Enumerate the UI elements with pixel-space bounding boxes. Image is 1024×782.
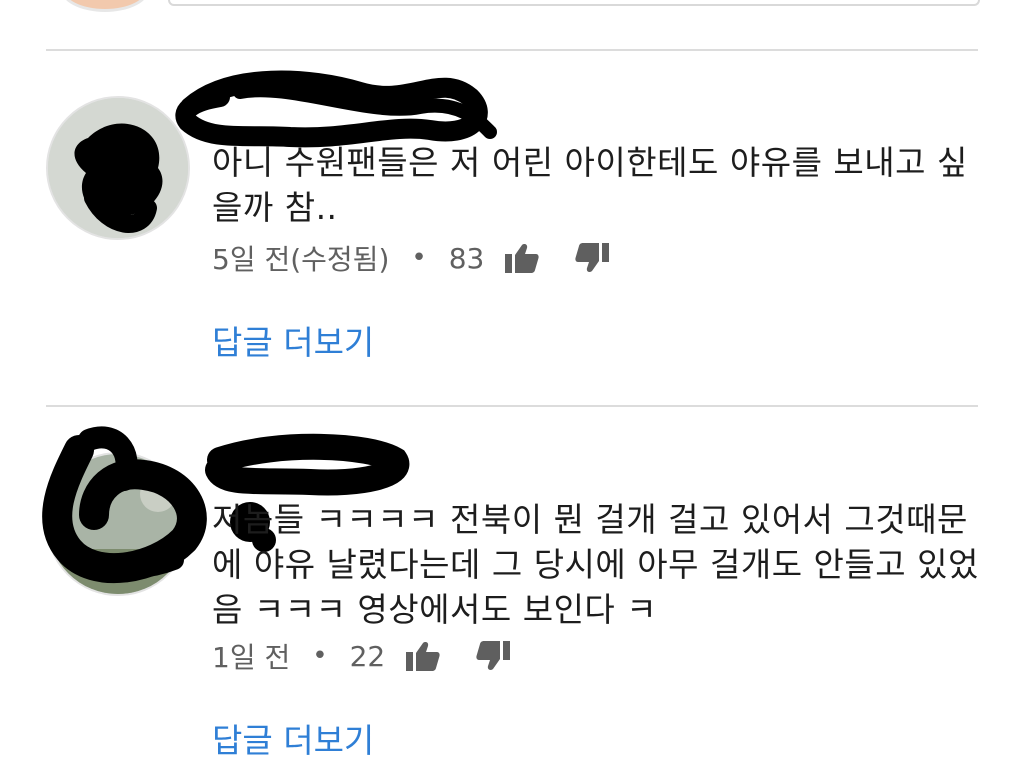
comment-time: 5일 전(수정됨) (212, 243, 390, 276)
divider (46, 49, 978, 51)
meta-separator: • (411, 243, 427, 273)
thumbs-down-icon[interactable] (473, 636, 513, 676)
meta-separator: • (312, 641, 328, 671)
avatar[interactable] (46, 96, 190, 240)
comment-meta: 1일 전 • 22 (212, 636, 543, 676)
like-count: 83 (448, 241, 485, 275)
comment-meta: 5일 전(수정됨) • 83 (212, 238, 642, 278)
comment-time: 1일 전 (212, 641, 291, 674)
add-comment-input[interactable] (168, 0, 980, 6)
thumbs-up-icon[interactable] (502, 238, 542, 278)
thumbs-up-icon[interactable] (403, 636, 443, 676)
comment-text: 아니 수원팬들은 저 어린 아이한테도 야유를 보내고 싶을까 참.. (212, 143, 968, 227)
like-count: 22 (349, 639, 386, 673)
current-user-avatar (60, 0, 150, 12)
avatar[interactable] (46, 452, 190, 596)
author-redaction (175, 70, 497, 148)
divider (46, 405, 978, 407)
thumbs-down-icon[interactable] (572, 238, 612, 278)
view-replies-link[interactable]: 답글 더보기 (212, 316, 374, 364)
view-replies-link[interactable]: 답글 더보기 (212, 714, 374, 762)
comment-text: 저놈들 ㅋㅋㅋㅋ 전북이 뭔 걸개 걸고 있어서 그것때문에 야유 날렸다는데 … (212, 500, 979, 629)
